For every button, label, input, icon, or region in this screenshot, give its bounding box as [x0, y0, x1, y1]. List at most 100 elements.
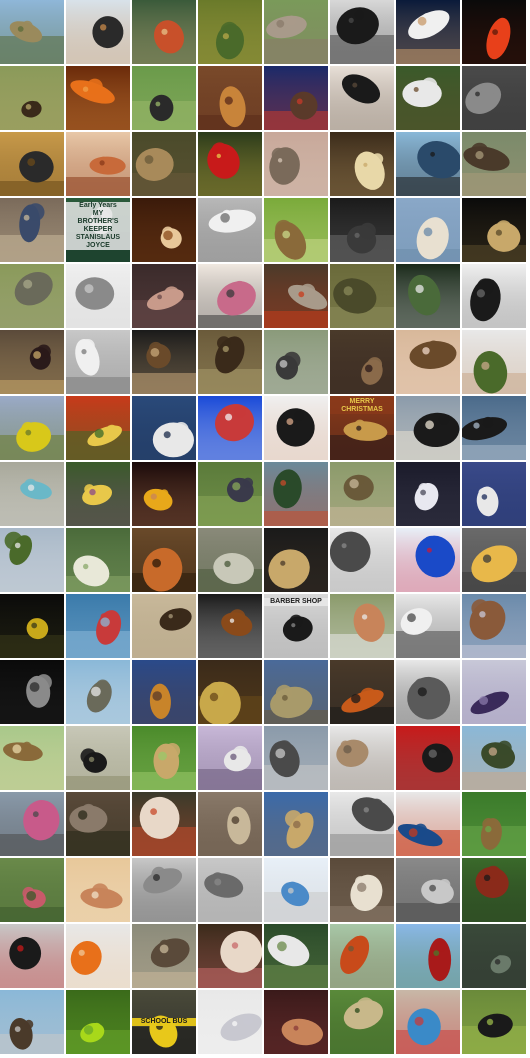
thumbnail-image: [198, 264, 262, 328]
thumbnail-image: [264, 594, 328, 658]
thumbnail-soldiers: [198, 462, 262, 526]
thumbnail-wild-dogs: [132, 132, 196, 196]
thumbnail-image: [198, 0, 262, 64]
thumbnail-grass-plant: [264, 660, 328, 724]
thumbnail-image: [462, 66, 526, 130]
thumbnail-woman-sunglasses: [264, 396, 328, 460]
thumbnail-image: [330, 462, 394, 526]
thumbnail-crustacean: [66, 132, 130, 196]
thumbnail-image: [66, 792, 130, 856]
thumbnail-image: [198, 660, 262, 724]
thumbnail-ornate-chair: [462, 198, 526, 262]
thumbnail-crocodile: [462, 924, 526, 988]
thumbnail-hawk-field: [132, 594, 196, 658]
thumbnail-swimmers: [66, 594, 130, 658]
thumbnail-beaded-ornament: [396, 792, 460, 856]
thumbnail-image: [66, 264, 130, 328]
thumbnail-image: [264, 462, 328, 526]
thumbnail-image: [198, 924, 262, 988]
thumbnail-crab: [132, 0, 196, 64]
thumbnail-elephants-trees: [198, 330, 262, 394]
thumbnail-seashell: [66, 858, 130, 922]
thumbnail-image: [264, 0, 328, 64]
thumbnail-image: [330, 660, 394, 724]
thumbnail-image: [462, 726, 526, 790]
thumbnail-image: [66, 990, 130, 1054]
thumbnail-dog-on-couch: [264, 66, 328, 130]
thumbnail-image: [396, 330, 460, 394]
thumbnail-image: [0, 132, 64, 196]
thumbnail-dog-in-snow: [462, 396, 526, 460]
thumbnail-black-dog: [330, 66, 394, 130]
thumbnail-image: [66, 858, 130, 922]
thumbnail-farm-road: [0, 528, 64, 592]
thumbnail-lamp: [462, 462, 526, 526]
thumbnail-image: [198, 990, 262, 1054]
thumbnail-prayer-rug: [0, 594, 64, 658]
image-grid: Early Years MY BROTHER'S KEEPER STANISLAUS JO…: [0, 0, 530, 1058]
thumbnail-image: [264, 528, 328, 592]
thumbnail-soup-pot: [462, 528, 526, 592]
thumbnail-image: [66, 924, 130, 988]
thumbnail-image: [198, 66, 262, 130]
thumbnail-image: [66, 462, 130, 526]
thumbnail-image: [198, 594, 262, 658]
thumbnail-meerkat: [198, 792, 262, 856]
thumbnail-lighthouse-shore: [66, 660, 130, 724]
thumbnail-fox: [132, 528, 196, 592]
thumbnail-image: [198, 462, 262, 526]
thumbnail-baseball-glove: [198, 594, 262, 658]
thumbnail-grasshopper: [462, 792, 526, 856]
thumbnail-image: [396, 264, 460, 328]
thumbnail-geyser-pool: [0, 462, 64, 526]
thumbnail-desert-landscape: [0, 0, 64, 64]
thumbnail-webpage: [264, 858, 328, 922]
thumbnail-soccer-players: [396, 264, 460, 328]
thumbnail-image: [462, 792, 526, 856]
thumbnail-puppy-on-rug: [198, 66, 262, 130]
thumbnail-bison: [0, 66, 64, 130]
thumbnail-image: [132, 924, 196, 988]
thumbnail-image: [264, 660, 328, 724]
thumbnail-image: [66, 594, 130, 658]
thumbnail-image: [66, 330, 130, 394]
thumbnail-barber-shop: BARBER SHOP: [264, 594, 328, 658]
thumbnail-image: [0, 594, 64, 658]
thumbnail-image: [330, 858, 394, 922]
thumbnail-image: [198, 198, 262, 262]
thumbnail-cola-bottles: [0, 924, 64, 988]
thumbnail-image: [198, 132, 262, 196]
thumbnail-image: [0, 330, 64, 394]
thumbnail-image: [462, 528, 526, 592]
thumbnail-image: [0, 264, 64, 328]
thumbnail-image: [330, 726, 394, 790]
thumbnail-image: [264, 330, 328, 394]
thumbnail-image: [396, 660, 460, 724]
thumbnail-camera: [396, 726, 460, 790]
thumbnail-image: [462, 264, 526, 328]
thumbnail-lake-cafe: [264, 462, 328, 526]
thumbnail-image: [330, 330, 394, 394]
thumbnail-image: [198, 528, 262, 592]
thumbnail-poncho: [330, 792, 394, 856]
thumbnail-image: [0, 0, 64, 64]
thumbnail-image: [330, 594, 394, 658]
thumbnail-sunset-cliff: [132, 660, 196, 724]
thumbnail-image: [132, 66, 196, 130]
thumbnail-image: [396, 132, 460, 196]
thumbnail-black-puppies: [462, 990, 526, 1054]
thumbnail-rottweiler-puppy: [132, 330, 196, 394]
thumbnail-image: [132, 726, 196, 790]
thumbnail-image: [396, 66, 460, 130]
thumbnail-image: [396, 462, 460, 526]
thumbnail-image: [0, 726, 64, 790]
thumbnail-image: [462, 858, 526, 922]
thumbnail-image: [462, 198, 526, 262]
thumbnail-image: [462, 0, 526, 64]
thumbnail-rifle: [132, 66, 196, 130]
thumbnail-image: [330, 924, 394, 988]
thumbnail-image: [198, 858, 262, 922]
thumbnail-keyboard: [462, 660, 526, 724]
thumbnail-bridge: [396, 132, 460, 196]
thumbnail-quail: [330, 462, 394, 526]
